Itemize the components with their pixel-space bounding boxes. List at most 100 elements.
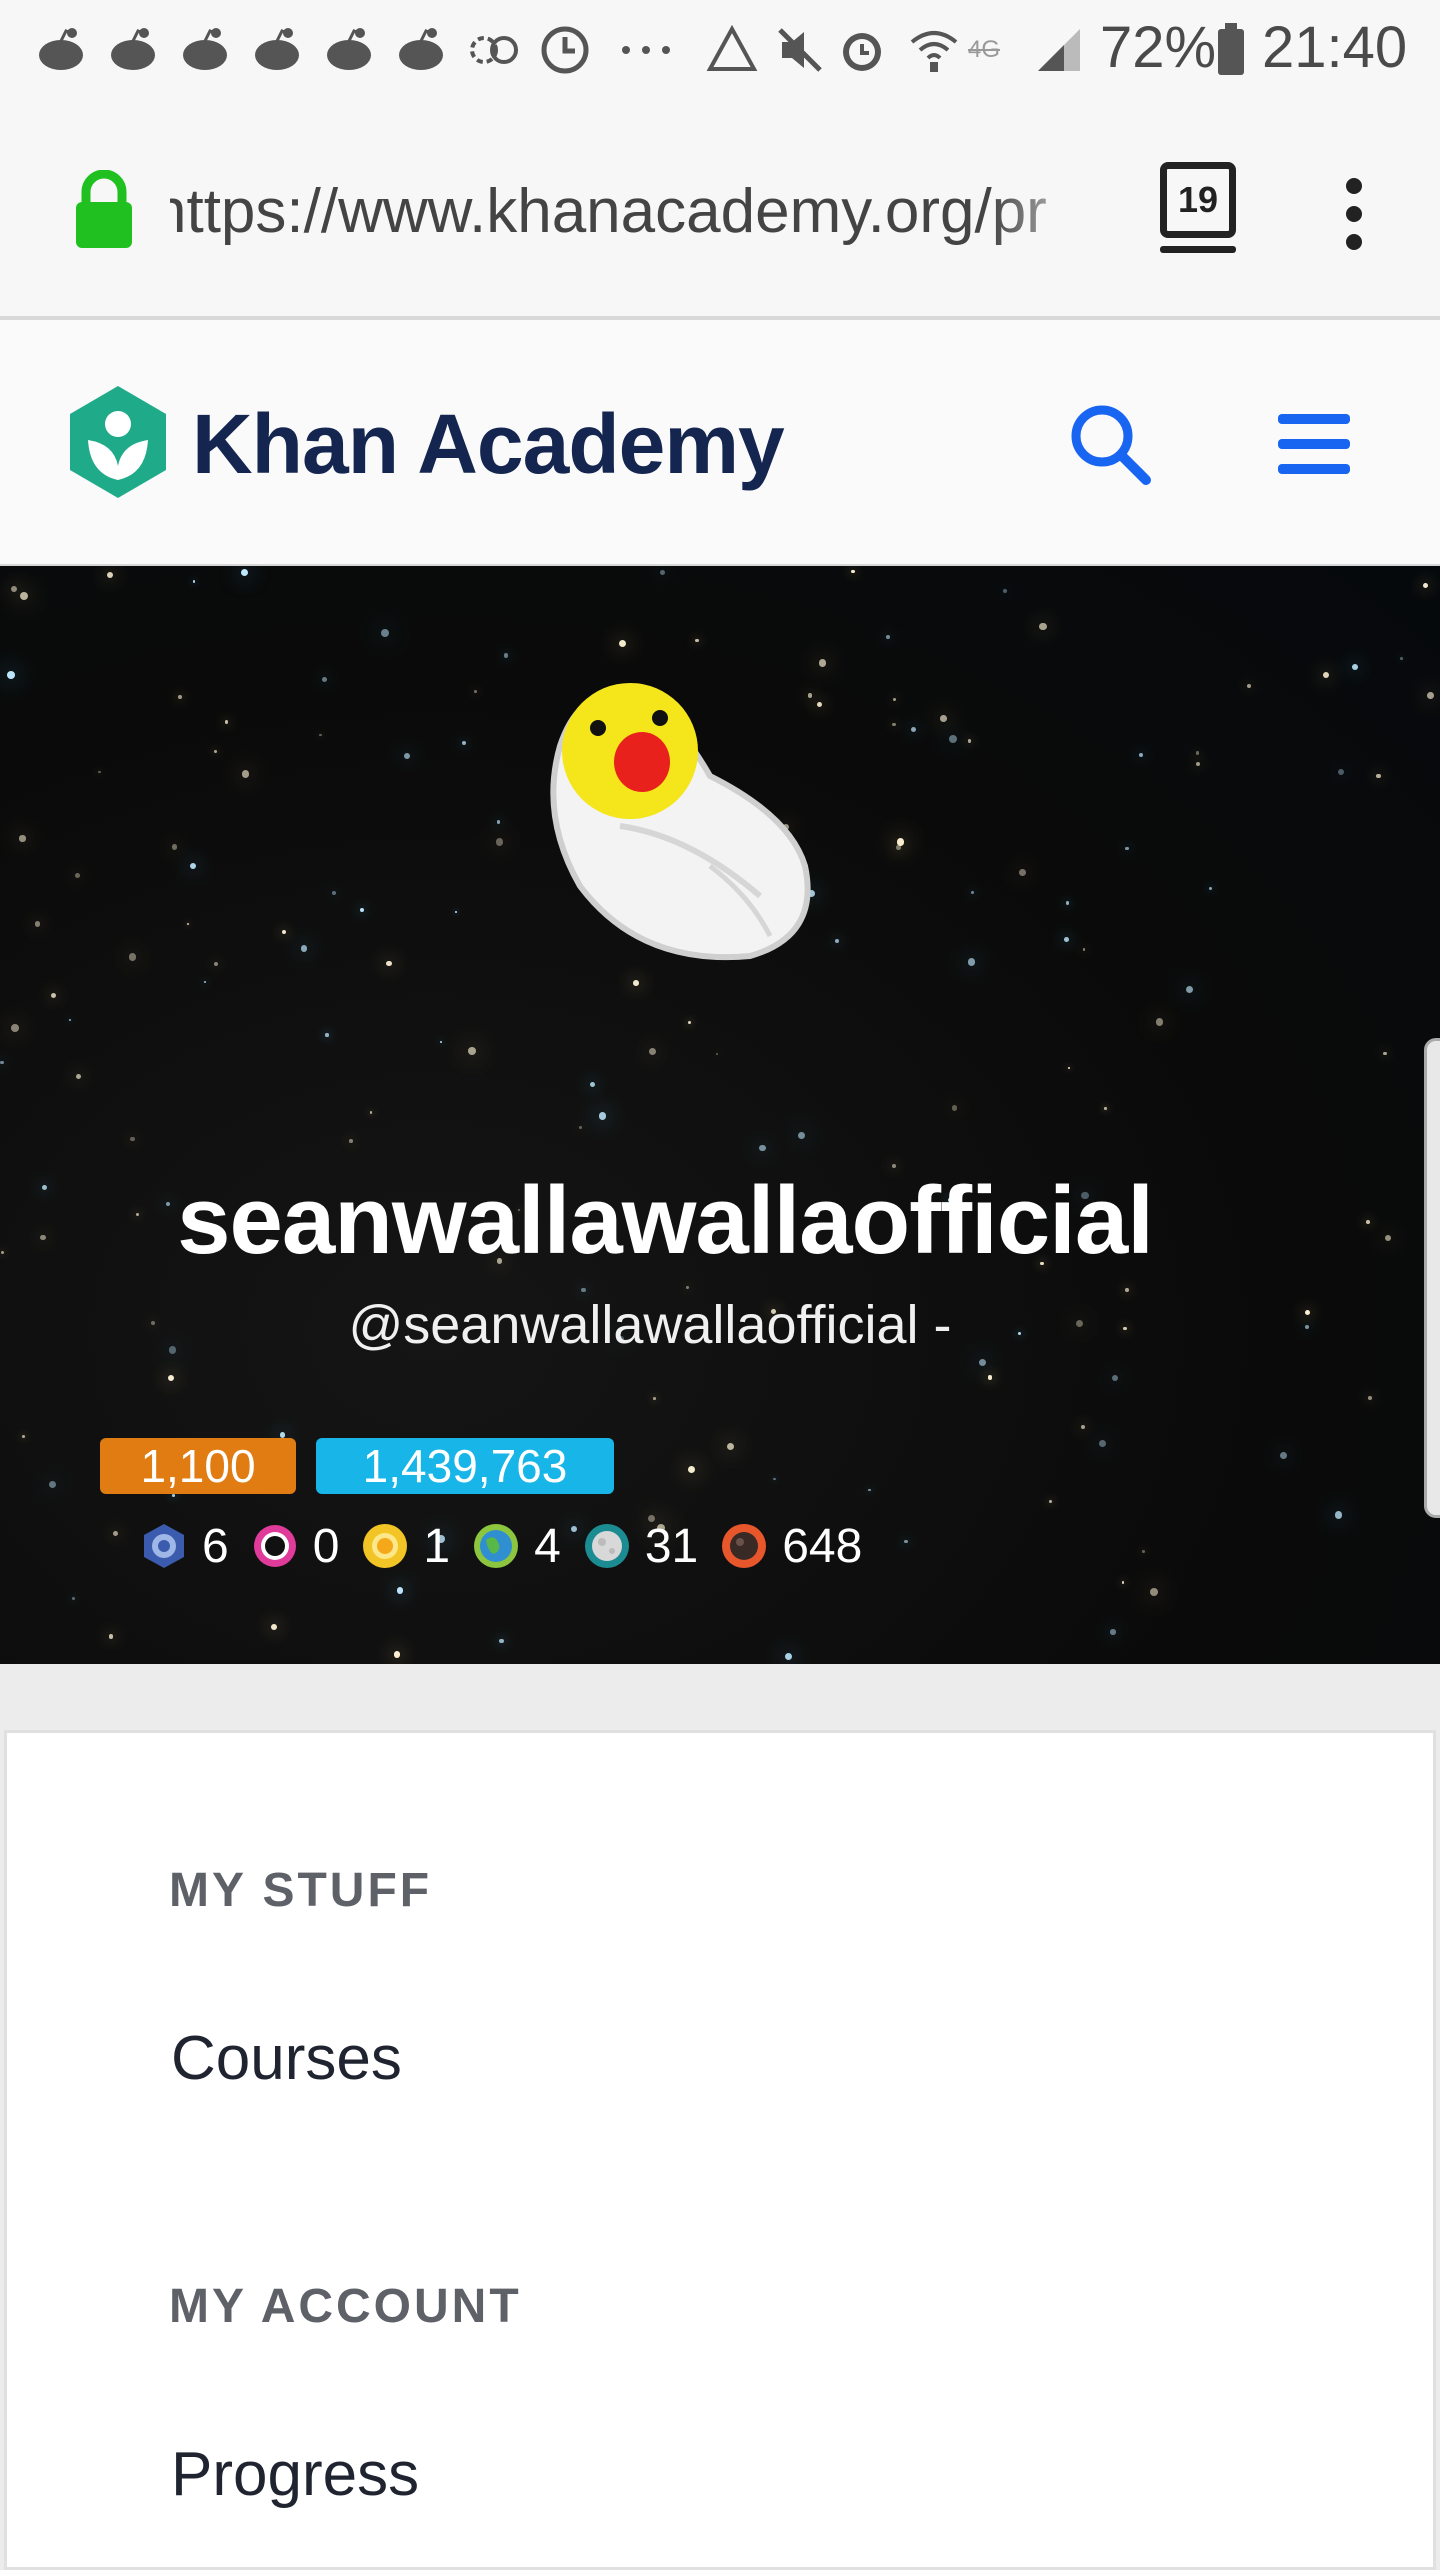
star-decoration	[75, 1074, 81, 1080]
star-decoration	[868, 1488, 871, 1492]
khan-academy-logo-icon[interactable]	[64, 382, 172, 502]
mute-icon	[774, 24, 826, 76]
badge-item[interactable]: 0	[251, 1519, 340, 1574]
star-decoration	[167, 1374, 174, 1381]
badge-count: 1	[423, 1519, 451, 1573]
star-decoration	[581, 1287, 586, 1293]
badge-count: 0	[312, 1519, 340, 1573]
star-decoration	[1065, 901, 1069, 905]
star-decoration	[128, 953, 137, 961]
signal-icon	[1034, 24, 1084, 76]
star-decoration	[396, 1587, 404, 1594]
star-decoration	[473, 689, 477, 693]
battery-percent: 72%	[1100, 15, 1217, 80]
notification-icon	[108, 24, 158, 76]
star-decoration	[48, 1480, 57, 1489]
star-decoration	[187, 923, 190, 926]
badge-item[interactable]: 1	[361, 1519, 450, 1574]
star-decoration	[1427, 691, 1435, 699]
star-decoration	[893, 697, 897, 701]
badge-item[interactable]: 6	[140, 1519, 229, 1574]
alarm-icon	[836, 24, 888, 76]
badge-counts: 6 0 1 4 31 648	[140, 1514, 884, 1578]
menu-item-progress[interactable]: Progress	[171, 2439, 419, 2510]
star-decoration	[279, 1431, 286, 1438]
profile-avatar[interactable]	[520, 666, 820, 986]
lock-icon	[72, 169, 136, 250]
star-decoration	[773, 1478, 776, 1481]
star-decoration	[598, 1112, 606, 1120]
star-decoration	[11, 585, 18, 592]
star-decoration	[1150, 1587, 1158, 1596]
star-decoration	[978, 1359, 987, 1367]
star-decoration	[1142, 1550, 1145, 1553]
badge-item[interactable]: 4	[472, 1519, 561, 1574]
star-decoration	[1383, 1051, 1387, 1056]
profile-banner: seanwallawallaofficial @seanwallawallaof…	[0, 566, 1440, 1664]
star-decoration	[203, 980, 207, 984]
star-decoration	[590, 1081, 596, 1087]
star-decoration	[224, 719, 229, 724]
star-decoration	[695, 638, 699, 643]
star-decoration	[189, 862, 197, 870]
address-bar[interactable]: https://www.khanacademy.org/pr	[170, 170, 1110, 254]
tab-switcher-button[interactable]: 19	[1160, 162, 1236, 238]
star-decoration	[1063, 936, 1069, 942]
star-decoration	[19, 835, 26, 842]
star-decoration	[499, 1639, 504, 1644]
star-decoration	[1125, 1287, 1129, 1292]
network-4g-icon: 4G	[968, 36, 1001, 63]
star-decoration	[967, 958, 975, 966]
star-decoration	[171, 1493, 175, 1497]
star-decoration	[321, 677, 327, 683]
star-decoration	[50, 993, 56, 999]
star-decoration	[1121, 1581, 1125, 1584]
star-decoration	[1280, 1451, 1288, 1459]
tab-switcher-underline	[1160, 246, 1236, 253]
star-decoration	[130, 1136, 135, 1141]
star-decoration	[1138, 752, 1143, 757]
search-icon[interactable]	[1068, 402, 1152, 486]
menu-item-courses[interactable]: Courses	[171, 2023, 402, 2094]
star-decoration	[213, 749, 217, 753]
star-decoration	[970, 890, 974, 894]
section-heading-my-stuff: MY STUFF	[169, 1864, 433, 1917]
page-scroll-handle[interactable]	[1424, 1038, 1440, 1518]
more-notifications-icon	[620, 24, 672, 76]
star-decoration	[715, 1052, 718, 1055]
star-decoration	[404, 753, 411, 760]
star-decoration	[454, 911, 457, 914]
star-decoration	[113, 1531, 119, 1537]
star-decoration	[948, 735, 957, 744]
star-decoration	[504, 653, 509, 658]
badge-item[interactable]: 648	[720, 1519, 862, 1574]
star-decoration	[1209, 886, 1213, 891]
energy-level-badge: 1,100	[100, 1438, 296, 1494]
notification-icon	[36, 24, 86, 76]
star-decoration	[439, 1040, 443, 1044]
star-decoration	[1019, 869, 1026, 877]
star-decoration	[1155, 1018, 1164, 1027]
badge-item[interactable]: 31	[583, 1519, 698, 1574]
earth-badge-icon	[474, 1524, 519, 1568]
star-decoration	[784, 1652, 793, 1661]
browser-toolbar: https://www.khanacademy.org/pr 19	[0, 100, 1440, 320]
badge-count: 648	[782, 1519, 863, 1573]
star-decoration	[904, 1539, 908, 1544]
star-decoration	[462, 740, 467, 746]
brand-name[interactable]: Khan Academy	[192, 384, 785, 504]
sync-icon	[466, 24, 520, 76]
star-decoration	[798, 1132, 806, 1140]
star-decoration	[967, 739, 972, 743]
star-decoration	[1422, 583, 1428, 589]
star-decoration	[1125, 846, 1129, 851]
star-decoration	[7, 671, 16, 680]
star-decoration	[886, 635, 891, 639]
sun-badge-icon	[253, 1525, 296, 1567]
star-decoration	[1111, 1374, 1118, 1381]
notification-icon	[324, 24, 374, 76]
hamburger-menu-icon[interactable]	[1278, 410, 1350, 478]
browser-menu-icon[interactable]	[1330, 174, 1378, 254]
star-decoration	[107, 571, 114, 578]
star-decoration	[1384, 1234, 1392, 1242]
